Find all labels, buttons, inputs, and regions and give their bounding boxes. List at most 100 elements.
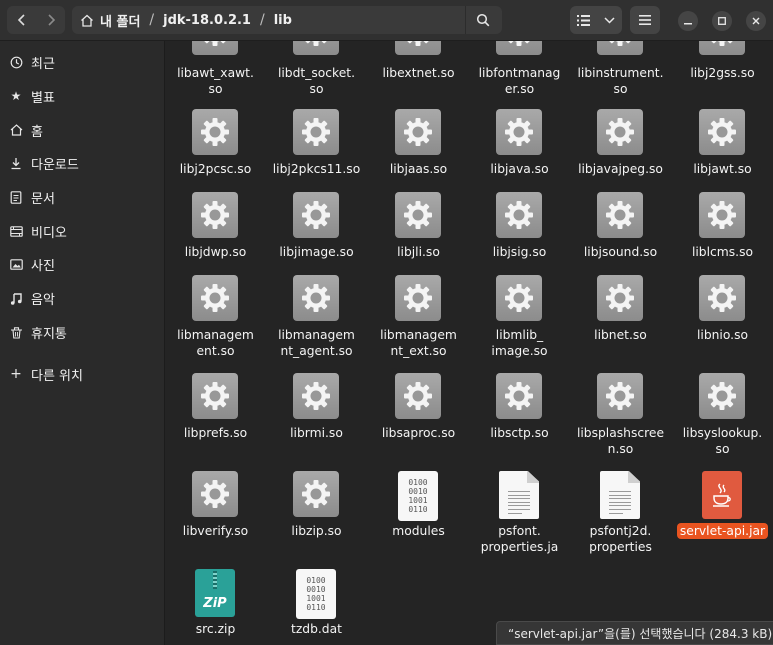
- gear-icon: [302, 284, 330, 312]
- picture-icon: [9, 258, 23, 270]
- file-name: liblcms.so: [672, 245, 773, 261]
- binary-glyph: 0100 0010 1001 0110: [398, 471, 438, 521]
- file-name: libj2gss.so: [672, 66, 773, 82]
- library-file-icon: [597, 373, 643, 419]
- file-name-text: libsctp.so: [490, 426, 549, 440]
- file-name-text: libawt_xawt. so: [177, 66, 254, 96]
- sidebar-item-label: 홈: [31, 124, 43, 140]
- sidebar-item-documents[interactable]: 문서: [0, 182, 164, 212]
- sidebar-item-pictures[interactable]: 사진: [0, 249, 164, 279]
- text-file-icon: [496, 471, 542, 519]
- library-file-icon: [293, 471, 339, 517]
- file-name-text: modules: [392, 524, 445, 538]
- plus-icon: +: [10, 366, 22, 382]
- breadcrumb-folder[interactable]: jdk-18.0.2.1: [163, 13, 251, 28]
- file-name-text: libsplashscree n.so: [576, 426, 665, 456]
- library-file-icon: [192, 109, 238, 155]
- close-button[interactable]: [746, 11, 766, 31]
- search-icon: [476, 13, 490, 27]
- gear-icon: [606, 382, 634, 410]
- file-name-text: librmi.so: [290, 426, 343, 440]
- gear-icon: [606, 284, 634, 312]
- clock-icon: [9, 56, 23, 69]
- gear-icon: [404, 284, 432, 312]
- file-name-text: libjsig.so: [492, 245, 547, 259]
- gear-icon: [304, 41, 328, 46]
- home-icon: [9, 124, 23, 136]
- gear-icon: [404, 382, 432, 410]
- sidebar-item-label: 문서: [31, 191, 55, 207]
- breadcrumb-current[interactable]: lib: [274, 13, 292, 28]
- file-name: librmi.so: [266, 426, 367, 442]
- library-file-icon: [699, 192, 745, 238]
- minimize-button[interactable]: [678, 11, 698, 31]
- sidebar-item-label: 다운로드: [31, 157, 79, 173]
- search-button[interactable]: [467, 6, 499, 34]
- file-name: libverify.so: [165, 524, 266, 540]
- file-name-text: libj2gss.so: [690, 66, 755, 80]
- library-file-icon: [395, 373, 441, 419]
- gear-icon: [505, 201, 533, 229]
- maximize-button[interactable]: [712, 11, 732, 31]
- file-name: libjdwp.so: [165, 245, 266, 261]
- list-view-button[interactable]: [570, 6, 596, 34]
- sidebar-item-starred[interactable]: ★ 별표: [0, 81, 164, 111]
- chevron-left-icon: [17, 14, 25, 26]
- library-file-icon: [293, 109, 339, 155]
- sidebar-item-home[interactable]: 홈: [0, 115, 164, 145]
- file-name: tzdb.dat: [266, 622, 367, 638]
- library-file-icon: [192, 275, 238, 321]
- library-file-icon: [496, 373, 542, 419]
- sidebar: 최근 ★ 별표 홈 다운로드 문서 비디오 사진 음악 휴지통 + 다른 위치: [0, 41, 165, 645]
- file-name-text: libmlib_ image.so: [491, 328, 548, 358]
- sidebar-item-label: 별표: [31, 90, 55, 106]
- status-bar: “servlet-api.jar”을(를) 선택했습니다 (284.3 kB): [496, 621, 773, 645]
- library-file-icon: [293, 192, 339, 238]
- java-cup-icon: [713, 483, 731, 507]
- file-name: libnet.so: [570, 328, 671, 344]
- sidebar-item-trash[interactable]: 휴지통: [0, 317, 164, 347]
- sidebar-item-recent[interactable]: 최근: [0, 47, 164, 77]
- gear-icon: [505, 118, 533, 146]
- file-name: libnio.so: [672, 328, 773, 344]
- gear-icon: [201, 382, 229, 410]
- file-name-text: libprefs.so: [183, 426, 248, 440]
- sidebar-item-videos[interactable]: 비디오: [0, 216, 164, 246]
- forward-button[interactable]: [36, 6, 65, 34]
- gear-icon: [606, 201, 634, 229]
- gear-icon: [507, 41, 531, 46]
- file-name: psfont. properties.ja: [469, 524, 570, 555]
- path-bar: 내 폴더 / jdk-18.0.2.1 / lib: [72, 6, 502, 34]
- sidebar-item-label: 휴지통: [31, 326, 67, 342]
- file-name: libmanagem nt_ext.so: [368, 328, 469, 359]
- jar-file-icon: [699, 471, 745, 519]
- breadcrumb-separator: /: [259, 12, 265, 28]
- back-button[interactable]: [7, 6, 36, 34]
- library-file-icon: [293, 275, 339, 321]
- file-name: libmanagem ent.so: [165, 328, 266, 359]
- sidebar-item-other-locations[interactable]: + 다른 위치: [0, 359, 164, 389]
- file-name-text: psfontj2d. properties: [589, 524, 652, 554]
- sidebar-item-label: 비디오: [31, 225, 67, 241]
- main-menu-button[interactable]: [630, 6, 660, 34]
- file-name-text: libfontmanag er.so: [478, 66, 561, 96]
- file-name: libsplashscree n.so: [570, 426, 671, 457]
- file-name-text: libnet.so: [594, 328, 647, 342]
- file-name-text: psfont. properties.ja: [480, 524, 559, 554]
- view-options-button[interactable]: [596, 6, 622, 34]
- download-icon: [9, 157, 23, 170]
- file-name: libdt_socket. so: [266, 66, 367, 97]
- file-name-text: libjava.so: [490, 162, 549, 176]
- sidebar-item-downloads[interactable]: 다운로드: [0, 148, 164, 178]
- file-name-text: libverify.so: [182, 524, 249, 538]
- breadcrumb-home[interactable]: 내 폴더: [80, 11, 140, 30]
- library-file-icon: [395, 109, 441, 155]
- library-file-icon: [597, 275, 643, 321]
- sidebar-item-music[interactable]: 음악: [0, 283, 164, 313]
- chevron-down-icon: [603, 16, 615, 24]
- file-name-text: libmanagem ent.so: [177, 328, 254, 358]
- file-name-text: src.zip: [195, 622, 236, 636]
- gear-icon: [608, 41, 632, 46]
- minimize-icon: [684, 23, 692, 25]
- binary-glyph: 0100 0010 1001 0110: [296, 569, 336, 619]
